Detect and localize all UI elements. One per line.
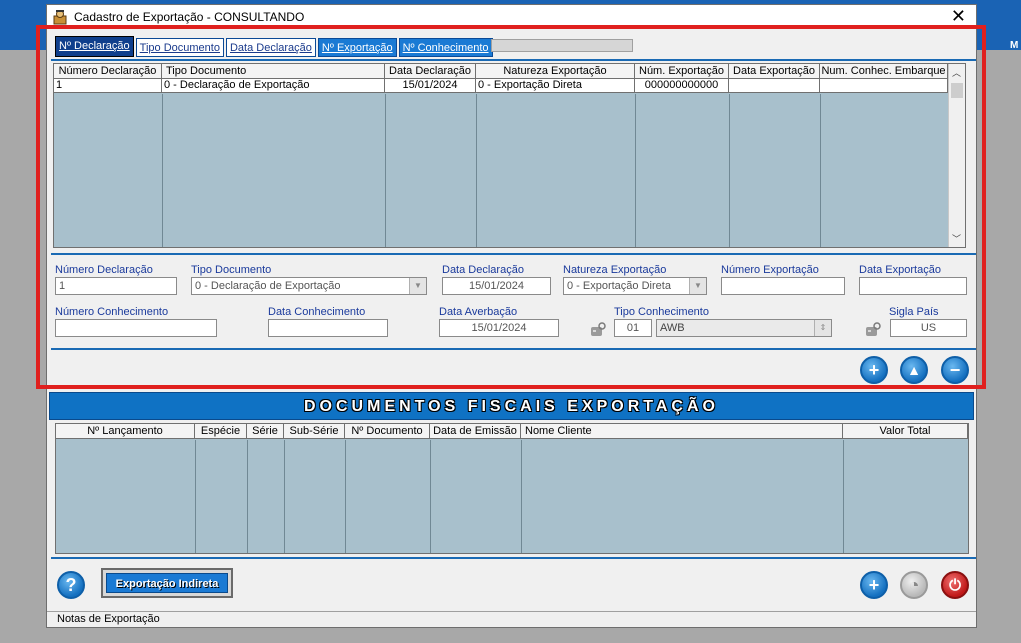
statusbar: Notas de Exportação [47, 611, 976, 627]
divider [51, 557, 976, 559]
column-header[interactable]: Espécie [195, 424, 247, 438]
highlight-frame [36, 25, 986, 389]
column-header[interactable]: Valor Total [843, 424, 968, 438]
column-line [345, 440, 346, 553]
help-button[interactable]: ? [57, 571, 85, 599]
documentos-fiscais-table[interactable]: Nº Lançamento Espécie Série Sub-Série Nº… [55, 423, 969, 554]
table-header: Nº Lançamento Espécie Série Sub-Série Nº… [56, 424, 968, 439]
app-icon [53, 10, 67, 25]
exportacao-indireta-button[interactable]: Exportação Indireta [101, 568, 233, 598]
statusbar-text: Notas de Exportação [57, 613, 160, 625]
add-document-button[interactable]: + [860, 571, 888, 599]
column-line [521, 440, 522, 553]
column-line [195, 440, 196, 553]
background-fragment: M [1010, 40, 1019, 51]
column-header[interactable]: Nome Cliente [521, 424, 843, 438]
column-header[interactable]: Série [247, 424, 284, 438]
column-header[interactable]: Nº Documento [345, 424, 430, 438]
column-line [284, 440, 285, 553]
documentos-fiscais-title: DOCUMENTOS FISCAIS EXPORTAÇÃO [49, 392, 974, 420]
window-title: Cadastro de Exportação - CONSULTANDO [74, 10, 305, 24]
column-line [430, 440, 431, 553]
column-header[interactable]: Data de Emissão [430, 424, 521, 438]
column-line [247, 440, 248, 553]
print-icon: ◔ [900, 571, 928, 599]
close-icon[interactable]: ✕ [951, 7, 966, 25]
exportacao-indireta-label: Exportação Indireta [106, 573, 228, 593]
column-line [843, 440, 844, 553]
power-icon[interactable]: ⏻ [941, 571, 969, 599]
column-header[interactable]: Sub-Série [284, 424, 345, 438]
column-header[interactable]: Nº Lançamento [56, 424, 195, 438]
